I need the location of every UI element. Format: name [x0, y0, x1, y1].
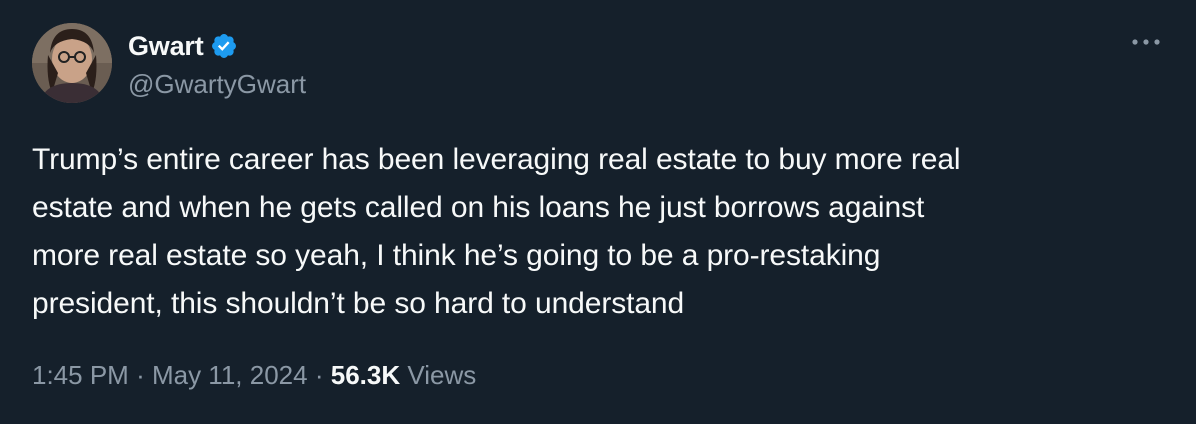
meta-separator: · — [136, 360, 145, 390]
author-name-row: Gwart — [128, 28, 238, 64]
views-label: Views — [407, 360, 477, 390]
author-display-name[interactable]: Gwart — [128, 31, 204, 62]
tweet-time: 1:45 PM — [32, 360, 129, 390]
meta-separator: · — [314, 360, 324, 390]
tweet-time-link[interactable]: 1:45 PM · May 11, 2024 — [32, 360, 308, 390]
more-options-icon — [1132, 39, 1160, 45]
tweet-text: Trump’s entire career has been leveragin… — [32, 143, 961, 320]
avatar[interactable] — [32, 23, 112, 103]
views-count: 56.3K — [330, 360, 401, 390]
tweet-card: Gwart @GwartyGwart Trump’s entire career… — [0, 0, 1196, 424]
verified-badge-icon — [210, 32, 238, 60]
tweet-meta: 1:45 PM · May 11, 2024 · 56.3K Views — [32, 360, 476, 391]
tweet-date: May 11, 2024 — [151, 360, 308, 390]
more-options-button[interactable] — [1126, 30, 1166, 54]
author-handle[interactable]: @GwartyGwart — [128, 69, 306, 100]
